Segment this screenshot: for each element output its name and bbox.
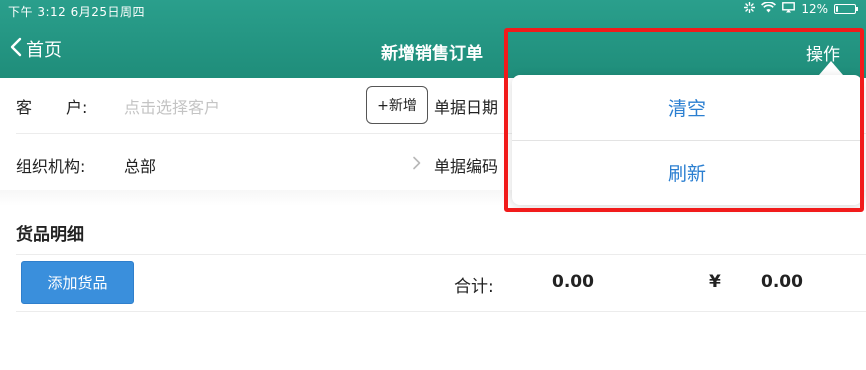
org-label: 组织机构: [16, 157, 86, 176]
total-label: 合计: [454, 277, 494, 297]
customer-select[interactable]: 点击选择客户 [124, 94, 220, 118]
wifi-icon [761, 1, 777, 16]
battery-percent: 12% [801, 2, 828, 16]
goods-section-title: 货品明细 [16, 225, 84, 245]
battery-icon [834, 4, 858, 14]
add-goods-button[interactable]: 添加货品 [21, 261, 134, 304]
customer-label-char: 户: [66, 98, 88, 117]
page-title-text: 新增销售订单 [381, 44, 483, 64]
customer-label-text: 客 户: [16, 98, 87, 117]
goods-divider-top [16, 254, 866, 255]
highlight-box [504, 28, 864, 212]
add-customer-button[interactable]: +新增 [366, 86, 428, 124]
org-value: 总部 [124, 157, 157, 176]
document-date-label: 单据日期 [434, 98, 499, 117]
screen-mirror-icon [782, 2, 796, 16]
customer-label: 客 户: [16, 94, 87, 118]
total-quantity: 0.00 [552, 272, 594, 292]
chevron-right-icon [412, 155, 421, 174]
total-amount: 0.00 [761, 272, 803, 292]
status-time: 下午 3:12 6月25日周四 [8, 5, 145, 19]
currency-symbol: ¥ [709, 272, 721, 292]
loading-icon [744, 1, 756, 16]
document-no-label: 单据编码 [434, 157, 499, 176]
customer-label-char: 客 [16, 98, 33, 117]
status-bar: 下午 3:12 6月25日周四 12% [0, 0, 866, 20]
goods-divider-bottom [16, 311, 866, 312]
battery-fill [836, 6, 838, 12]
status-indicators: 12% [744, 1, 858, 16]
